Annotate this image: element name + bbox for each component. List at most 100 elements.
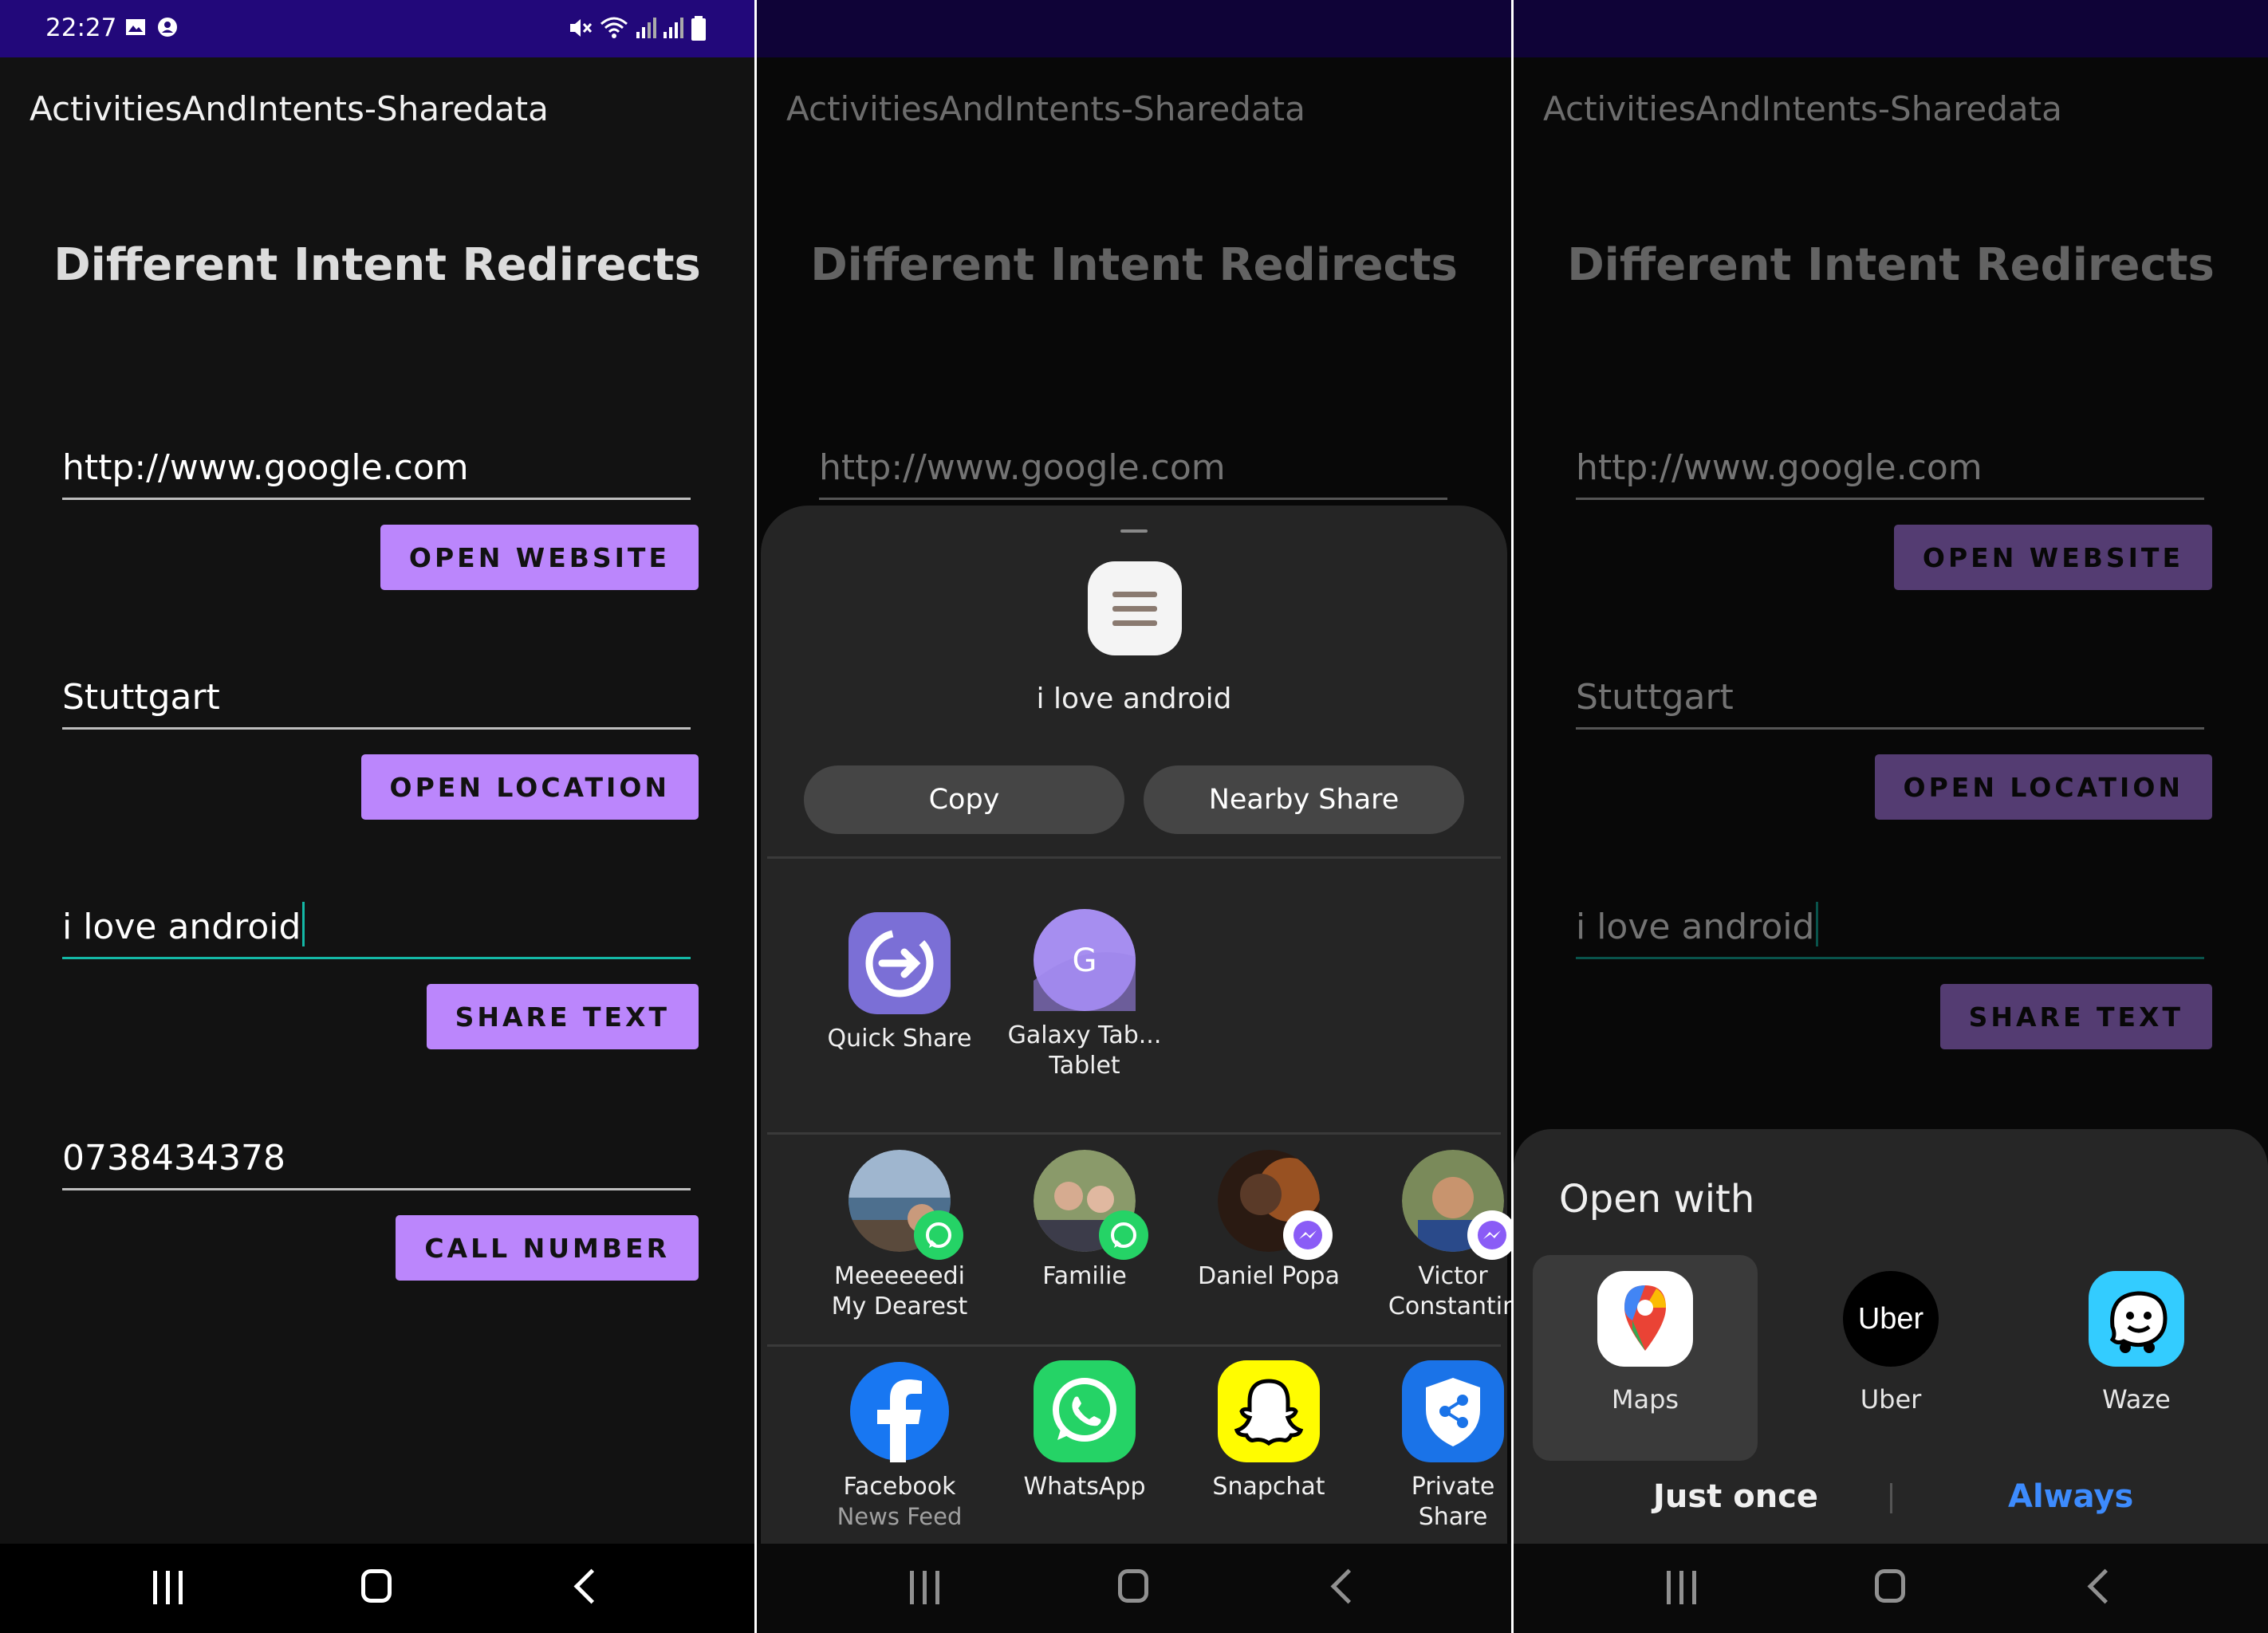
whatsapp-badge-icon — [1099, 1210, 1148, 1260]
location-input[interactable]: Stuttgart — [62, 665, 691, 730]
nearby-share-button[interactable]: Nearby Share — [1144, 765, 1464, 834]
share-text-button: SHARE TEXT — [1939, 984, 2212, 1049]
back-icon[interactable] — [573, 1568, 609, 1604]
waze-icon — [2089, 1271, 2184, 1367]
location-input-value: Stuttgart — [1576, 677, 1734, 718]
status-bar — [1514, 0, 2268, 57]
page-heading: Different Intent Redirects — [810, 239, 1458, 291]
signal-icon-1 — [636, 18, 656, 38]
uber-icon-wordmark: Uber — [1857, 1301, 1924, 1336]
website-input: http://www.google.com — [1576, 435, 2204, 500]
main-screen: 22:27 ActivitiesAndIntents-Sharedata Dif… — [0, 0, 754, 1633]
navigation-bar — [757, 1544, 1511, 1633]
battery-icon — [691, 16, 706, 41]
location-input-value: Stuttgart — [62, 677, 220, 718]
website-input-value: http://www.google.com — [62, 447, 469, 488]
app-label: Quick Share — [827, 1025, 972, 1053]
divider — [767, 1132, 1501, 1135]
phone-input-value: 0738434378 — [62, 1138, 285, 1179]
quick-share-target[interactable]: Quick Share — [812, 912, 987, 1054]
share-screen: ActivitiesAndIntents-Sharedata Different… — [757, 0, 1511, 1633]
phone-input[interactable]: 0738434378 — [62, 1126, 691, 1190]
recent-apps-icon[interactable] — [910, 1571, 942, 1604]
contact-target[interactable]: Victor Constantin — [1365, 1150, 1511, 1322]
navigation-bar — [1514, 1544, 2268, 1633]
share-text-input[interactable]: i love android — [62, 895, 691, 959]
app-bar-title: ActivitiesAndIntents-Sharedata — [1543, 89, 2062, 128]
contact-name: Daniel Popa — [1198, 1262, 1340, 1290]
contact-avatar — [1218, 1150, 1333, 1260]
private-share-icon — [1402, 1360, 1504, 1462]
facebook-icon — [849, 1360, 951, 1462]
messenger-badge-icon — [1467, 1210, 1511, 1260]
text-document-icon — [1088, 561, 1182, 655]
gallery-notification-icon — [126, 19, 145, 35]
private-share-target[interactable]: Private Share — [1365, 1360, 1511, 1533]
back-icon[interactable] — [2087, 1568, 2123, 1604]
contact-subname: Constantin — [1388, 1293, 1511, 1320]
waze-option[interactable]: Waze — [2057, 1271, 2216, 1415]
share-text-button[interactable]: SHARE TEXT — [426, 984, 699, 1049]
copy-button[interactable]: Copy — [804, 765, 1124, 834]
home-icon[interactable] — [1118, 1569, 1148, 1603]
contact-target[interactable]: Meeeeeedi My Dearest — [812, 1150, 987, 1322]
website-input[interactable]: http://www.google.com — [62, 435, 691, 500]
website-input-value: http://www.google.com — [1576, 447, 1983, 488]
contact-name: Familie — [1042, 1262, 1127, 1290]
app-sublabel: News Feed — [837, 1503, 963, 1530]
home-icon[interactable] — [1875, 1569, 1905, 1603]
contact-name: Meeeeeedi — [833, 1262, 965, 1290]
share-text-input: i love android — [1576, 895, 2204, 959]
messenger-badge-icon — [1283, 1210, 1333, 1260]
contact-target[interactable]: Familie — [997, 1150, 1172, 1292]
whatsapp-icon — [1034, 1360, 1136, 1462]
maps-option[interactable]: Maps — [1565, 1271, 1725, 1415]
text-caret — [1816, 902, 1819, 946]
facebook-target[interactable]: Facebook News Feed — [812, 1360, 987, 1531]
recent-apps-icon[interactable] — [1667, 1571, 1699, 1604]
drag-handle[interactable] — [1120, 529, 1148, 533]
page-heading: Different Intent Redirects — [53, 239, 701, 291]
galaxy-tab-target[interactable]: G Galaxy Tab... Tablet — [997, 909, 1172, 1081]
app-label: Uber — [1860, 1384, 1922, 1415]
uber-option[interactable]: Uber Uber — [1811, 1271, 1971, 1415]
app-bar-title: ActivitiesAndIntents-Sharedata — [786, 89, 1305, 128]
whatsapp-badge-icon — [914, 1210, 963, 1260]
navigation-bar — [0, 1544, 754, 1633]
wifi-icon — [600, 17, 628, 38]
location-input: Stuttgart — [1576, 665, 2204, 730]
app-sublabel: Tablet — [1049, 1052, 1120, 1080]
app-bar-title: ActivitiesAndIntents-Sharedata — [30, 89, 549, 128]
quick-share-icon — [849, 912, 951, 1014]
back-icon[interactable] — [1330, 1568, 1366, 1604]
account-notification-icon — [158, 18, 177, 37]
open-location-button[interactable]: OPEN LOCATION — [360, 754, 699, 820]
home-icon[interactable] — [361, 1569, 392, 1603]
open-website-button[interactable]: OPEN WEBSITE — [380, 525, 699, 590]
open-with-title: Open with — [1559, 1177, 1755, 1222]
contact-avatar — [849, 1150, 963, 1260]
device-initial: G — [1073, 942, 1097, 979]
app-label: Maps — [1611, 1384, 1679, 1415]
divider — [767, 1344, 1501, 1347]
page-heading: Different Intent Redirects — [1567, 239, 2215, 291]
status-time: 22:27 — [45, 14, 117, 42]
share-text-input-value: i love android — [1576, 907, 1815, 947]
app-label: WhatsApp — [1023, 1473, 1146, 1501]
just-once-button[interactable]: Just once — [1653, 1478, 1818, 1515]
signal-icon-2 — [663, 18, 683, 38]
website-input-value: http://www.google.com — [819, 447, 1226, 488]
google-maps-icon — [1597, 1271, 1693, 1367]
contact-avatar — [1034, 1150, 1148, 1260]
website-input: http://www.google.com — [819, 435, 1447, 500]
call-number-button[interactable]: CALL NUMBER — [396, 1215, 699, 1281]
divider — [767, 856, 1501, 859]
snapchat-target[interactable]: Snapchat — [1181, 1360, 1356, 1502]
open-location-button: OPEN LOCATION — [1874, 754, 2212, 820]
whatsapp-target[interactable]: WhatsApp — [997, 1360, 1172, 1502]
contact-target[interactable]: Daniel Popa — [1181, 1150, 1356, 1292]
always-button[interactable]: Always — [2008, 1478, 2133, 1515]
recent-apps-icon[interactable] — [153, 1571, 185, 1604]
contact-name: Victor — [1418, 1262, 1488, 1290]
status-bar — [757, 0, 1511, 57]
